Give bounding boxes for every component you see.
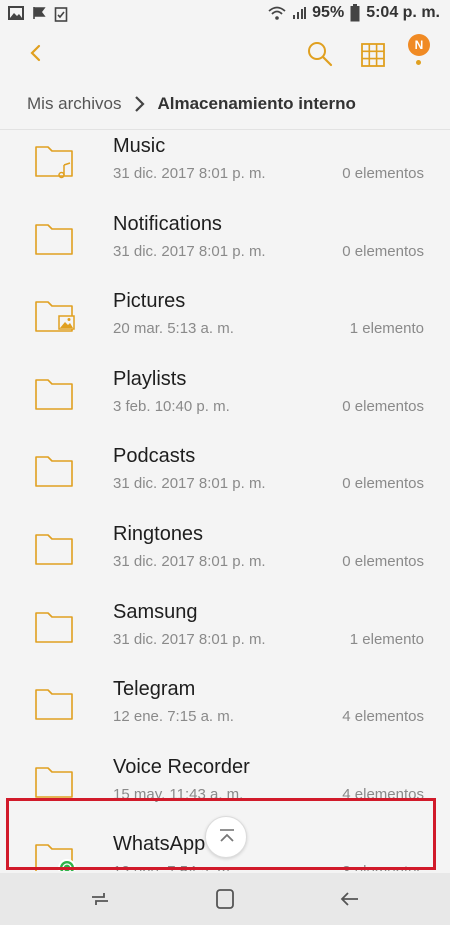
list-item[interactable]: Music 31 dic. 2017 8:01 p. m. 0 elementos <box>0 131 450 200</box>
file-item-count: 4 elementos <box>342 785 424 803</box>
list-item[interactable]: Telegram 12 ene. 7:15 a. m. 4 elementos <box>0 666 450 743</box>
file-date: 20 mar. 5:13 a. m. <box>113 320 234 338</box>
file-item-count: 3 elementos <box>342 863 424 871</box>
file-item-count: 0 elementos <box>342 475 424 493</box>
breadcrumb-root[interactable]: Mis archivos <box>27 94 121 114</box>
notification-badge: N <box>408 34 430 56</box>
clipboard-check-icon <box>54 6 68 22</box>
file-item-count: 0 elementos <box>342 397 424 415</box>
list-item[interactable]: Notifications 31 dic. 2017 8:01 p. m. 0 el… <box>0 201 450 278</box>
more-options-button[interactable]: N <box>404 32 440 72</box>
wifi-icon <box>268 6 286 20</box>
list-item[interactable]: Podcasts 31 dic. 2017 8:01 p. m. 0 element… <box>0 433 450 510</box>
folder-icon <box>34 453 76 488</box>
flag-notification-icon <box>32 6 46 22</box>
file-date: 12 ene. 7:15 a. m. <box>113 708 234 726</box>
battery-icon <box>350 4 360 22</box>
battery-percent: 95% <box>312 4 345 21</box>
file-item-count: 0 elementos <box>342 553 424 570</box>
back-button[interactable] <box>22 38 52 68</box>
file-name: Ringtones <box>113 523 204 545</box>
recent-apps-icon <box>92 893 108 905</box>
file-date: 31 dic. 2017 8:01 p. m. <box>113 475 266 493</box>
file-date: 3 feb. 10:40 p. m. <box>113 397 230 415</box>
breadcrumb-current: Almacenamiento interno <box>157 93 356 113</box>
search-button[interactable] <box>306 40 334 68</box>
list-item[interactable]: Voice Recorder 15 may. 11:43 a. m. 4 eleme… <box>0 744 450 821</box>
file-name: Playlists <box>113 367 187 390</box>
file-name: Music <box>113 135 166 157</box>
file-date: 31 dic. 2017 8:01 p. m. <box>113 630 266 648</box>
system-nav-bar <box>0 873 450 925</box>
folder-icon <box>34 764 76 798</box>
scroll-up-icon <box>220 829 234 842</box>
folder-icon <box>34 609 76 643</box>
folder-icon <box>34 376 76 410</box>
app-toolbar: N <box>0 30 450 78</box>
grid-icon <box>361 43 385 67</box>
chevron-right-icon <box>135 95 146 112</box>
recent-apps-button[interactable] <box>88 887 112 916</box>
status-bar: 95% 5:04 p. m. <box>0 0 450 30</box>
grid-view-button[interactable] <box>360 42 386 68</box>
folder-icon <box>34 221 76 255</box>
folder-icon <box>34 686 76 720</box>
file-date: 31 dic. 2017 8:01 p. m. <box>113 165 266 182</box>
signal-icon <box>292 6 307 20</box>
list-item[interactable]: Samsung 31 dic. 2017 8:01 p. m. 1 elemento <box>0 589 450 666</box>
chevron-left-icon <box>30 44 41 62</box>
breadcrumb: Mis archivos Almacenamiento interno <box>0 78 450 130</box>
file-date: 31 dic. 2017 8:01 p. m. <box>113 242 266 260</box>
file-item-count: 4 elementos <box>342 708 424 726</box>
music-folder-icon <box>34 143 76 179</box>
list-item[interactable]: Ringtones 31 dic. 2017 8:01 p. m. 0 elemen… <box>0 511 450 588</box>
file-name: Samsung <box>113 600 198 623</box>
more-dots-icon <box>416 60 421 65</box>
gallery-notification-icon <box>8 6 24 22</box>
scroll-to-top-button[interactable] <box>205 816 247 858</box>
file-item-count: 0 elementos <box>342 165 424 182</box>
clock: 5:04 p. m. <box>366 4 440 21</box>
file-name: WhatsApp <box>113 833 206 856</box>
list-item[interactable]: Pictures 20 mar. 5:13 a. m. 1 elemento <box>0 278 450 355</box>
file-list[interactable]: Music 31 dic. 2017 8:01 p. m. 0 elementos N… <box>0 131 450 871</box>
search-icon <box>308 42 333 67</box>
file-date: 31 dic. 2017 8:01 p. m. <box>113 553 266 570</box>
file-item-count: 1 elemento <box>349 630 424 648</box>
file-date: 12 ene. 7:54 a. m. <box>113 863 234 871</box>
home-button[interactable] <box>213 887 237 916</box>
nav-back-button[interactable] <box>338 887 362 916</box>
back-arrow-icon <box>340 892 358 906</box>
whatsapp-badge-icon <box>58 859 76 871</box>
picture-folder-icon <box>34 298 76 332</box>
list-item[interactable]: Playlists 3 feb. 10:40 p. m. 0 elementos <box>0 356 450 433</box>
file-date: 15 may. 11:43 a. m. <box>113 785 244 803</box>
folder-icon <box>34 531 76 565</box>
file-name: Notifications <box>113 212 222 235</box>
file-item-count: 1 elemento <box>349 320 424 338</box>
file-name: Podcasts <box>113 445 196 468</box>
file-name: Voice Recorder <box>113 755 250 778</box>
file-name: Pictures <box>113 290 186 313</box>
home-icon <box>216 889 234 909</box>
file-item-count: 0 elementos <box>342 242 424 260</box>
file-name: Telegram <box>113 678 196 701</box>
